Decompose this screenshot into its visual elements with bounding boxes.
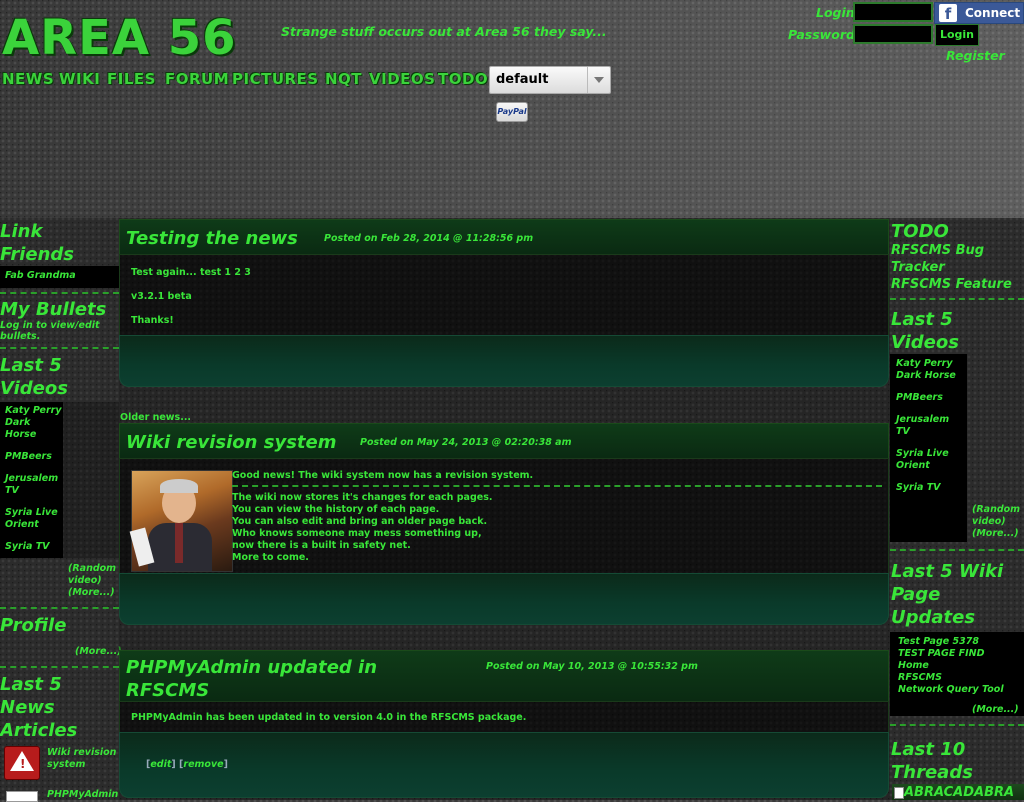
video-link[interactable]: Katy Perry Dark Horse [896,358,964,382]
facebook-connect-button[interactable]: f Connect [934,2,1024,24]
thread-link[interactable]: ABRACADABRA [904,785,1014,800]
nav-forum[interactable]: FORUM [165,70,229,88]
nav-pictures[interactable]: PICTURES [232,70,319,88]
site-tagline: Strange stuff occurs out at Area 56 they… [281,24,607,39]
wiki-updates-title: Last 5 Wiki Page Updates [891,561,1004,628]
register-link[interactable]: Register [946,48,1005,63]
wiki-update-link[interactable]: Network Query Tool [898,684,1004,696]
nav-news[interactable]: NEWS [2,70,54,88]
login-input[interactable] [853,2,933,22]
news-post-date: Posted on May 24, 2013 @ 02:20:38 am [360,437,572,448]
todo-link[interactable]: RFSCMS Bug Tracker [891,242,1021,276]
video-link[interactable]: PMBeers [5,451,52,463]
nav-files[interactable]: FILES [107,70,156,88]
news-article-link[interactable]: PHPMyAdmin [47,789,118,801]
nav-videos[interactable]: VIDEOS [369,70,435,88]
video-link[interactable]: PMBeers [896,392,943,404]
news-articles-title: Last 5 News Articles [0,674,78,741]
videos-more-link[interactable]: (More...) [972,528,1019,540]
businessman-photo [129,470,233,572]
news-post-body: PHPMyAdmin has been updated in to versio… [119,701,889,733]
login-button[interactable]: Login [935,24,979,46]
profile-more-link[interactable]: (More...) [75,646,122,658]
wiki-update-link[interactable]: Home [898,660,929,672]
news-post-line: Who knows someone may mess something up, [232,528,482,539]
news-post-footer: [edit] [remove] [119,732,889,798]
document-icon [894,787,904,799]
wiki-update-link[interactable]: TEST PAGE FIND [898,648,985,660]
news-article-link[interactable]: Wiki revision system [47,747,117,771]
friend-link[interactable]: Fab Grandma [5,270,76,281]
news-post-footer [119,335,889,387]
remove-link[interactable]: remove [183,759,223,770]
nav-todo[interactable]: TODO [438,70,488,88]
nav-wiki[interactable]: WIKI [59,70,100,88]
login-label: Login [816,5,855,20]
password-label: Password [788,27,855,42]
theme-select[interactable]: default [489,66,611,94]
news-post-lead: Good news! The wiki system now has a rev… [232,470,534,481]
news-post-footer [119,573,889,625]
videos-title: Last 5 Videos [891,309,959,353]
profile-title: Profile [0,615,67,636]
chevron-down-icon [587,67,610,93]
threads-title: Last 10 Threads [891,739,973,783]
link-friends-title: Link Friends [0,221,74,265]
password-input[interactable] [853,24,933,44]
video-link[interactable]: Syria Live Orient [896,448,964,472]
my-bullets-title: My Bullets [0,299,107,320]
random-video-link[interactable]: (Random video) [972,504,1022,528]
news-post-header: PHPMyAdmin updated in RFSCMS Posted on M… [119,650,889,702]
video-link[interactable]: Jerusalem TV [896,414,964,438]
news-post-title[interactable]: PHPMyAdmin updated in RFSCMS [126,656,386,702]
news-post-body: Good news! The wiki system now has a rev… [119,458,889,574]
videos-more-link[interactable]: (More...) [68,587,115,599]
news-post-header: Wiki revision system Posted on May 24, 2… [119,423,889,459]
bullets-login-text: Log in to view/edit bullets. [0,320,100,342]
post-admin-links: [edit] [remove] [146,759,228,770]
news-post-date: Posted on Feb 28, 2014 @ 11:28:56 pm [324,233,534,244]
news-post-line: v3.2.1 beta [131,291,192,302]
wiki-more-link[interactable]: (More...) [972,704,1019,716]
news-post-line: Test again... test 1 2 3 [131,267,251,278]
videos-title: Last 5 Videos [0,355,68,399]
news-post-line: Thanks! [131,315,174,326]
edit-link[interactable]: edit [150,759,171,770]
main-content: Testing the news Posted on Feb 28, 2014 … [119,218,890,800]
news-post-line: You can also edit and bring an older pag… [232,516,488,527]
left-sidebar: Link Friends Fab Grandma My Bullets Log … [0,218,122,802]
nav-nqt[interactable]: NQT [325,70,362,88]
todo-title: TODO [891,221,949,242]
facebook-connect-label: Connect [965,6,1021,20]
news-post-line: now there is a built in safety net. [232,540,411,551]
video-link[interactable]: Katy Perry Dark Horse [5,405,63,441]
news-post-line: PHPMyAdmin has been updated in to versio… [131,712,527,723]
video-link[interactable]: Syria TV [5,541,50,553]
news-post-line: More to come. [232,552,309,563]
site-logo[interactable]: AREA 56 [2,10,237,66]
news-post-title[interactable]: Testing the news [126,228,298,249]
news-post-line: The wiki now stores it's changes for eac… [232,492,493,503]
news-post-header: Testing the news Posted on Feb 28, 2014 … [119,219,889,255]
video-link[interactable]: Syria TV [896,482,941,494]
video-link[interactable]: Syria Live Orient [5,507,63,531]
news-post-title[interactable]: Wiki revision system [126,432,336,453]
warning-icon: ! [4,746,40,780]
random-video-link[interactable]: (Random video) [68,563,118,587]
facebook-icon: f [939,4,957,23]
video-link[interactable]: Jerusalem TV [5,473,63,497]
wiki-update-link[interactable]: RFSCMS [898,672,942,684]
wiki-update-link[interactable]: Test Page 5378 [898,636,979,648]
theme-select-value: default [496,72,549,87]
news-post-line: You can view the history of each page. [232,504,440,515]
todo-link[interactable]: RFSCMS Feature [891,276,1021,293]
right-sidebar: TODO RFSCMS Bug Tracker RFSCMS Feature L… [890,218,1024,800]
paypal-button[interactable]: PayPal [496,102,528,122]
news-post-date: Posted on May 10, 2013 @ 10:55:32 pm [486,661,698,672]
news-post-body: Test again... test 1 2 3 v3.2.1 beta Tha… [119,254,889,336]
news-thumbnail-icon [6,791,38,802]
